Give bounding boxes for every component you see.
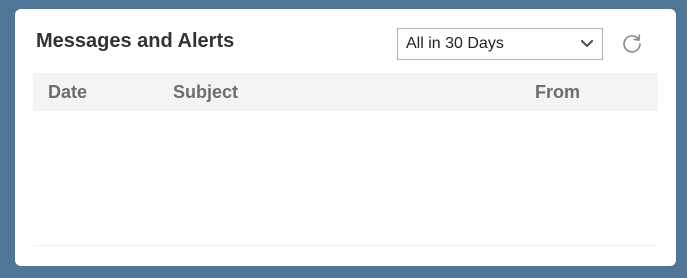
refresh-icon xyxy=(623,34,641,53)
table-body xyxy=(33,111,658,245)
column-header-from[interactable]: From xyxy=(535,82,580,103)
date-range-selected-value: All in 30 Days xyxy=(406,35,504,52)
table-header: Date Subject From xyxy=(33,73,658,111)
column-header-subject[interactable]: Subject xyxy=(173,82,238,103)
chevron-down-icon xyxy=(580,37,594,51)
column-header-date[interactable]: Date xyxy=(48,82,87,103)
messages-alerts-card: Messages and Alerts All in 30 Days Date … xyxy=(15,9,676,266)
table-bottom-divider xyxy=(33,245,658,246)
date-range-select[interactable]: All in 30 Days xyxy=(397,28,603,60)
refresh-button[interactable] xyxy=(620,32,644,56)
widget-title: Messages and Alerts xyxy=(36,30,235,52)
